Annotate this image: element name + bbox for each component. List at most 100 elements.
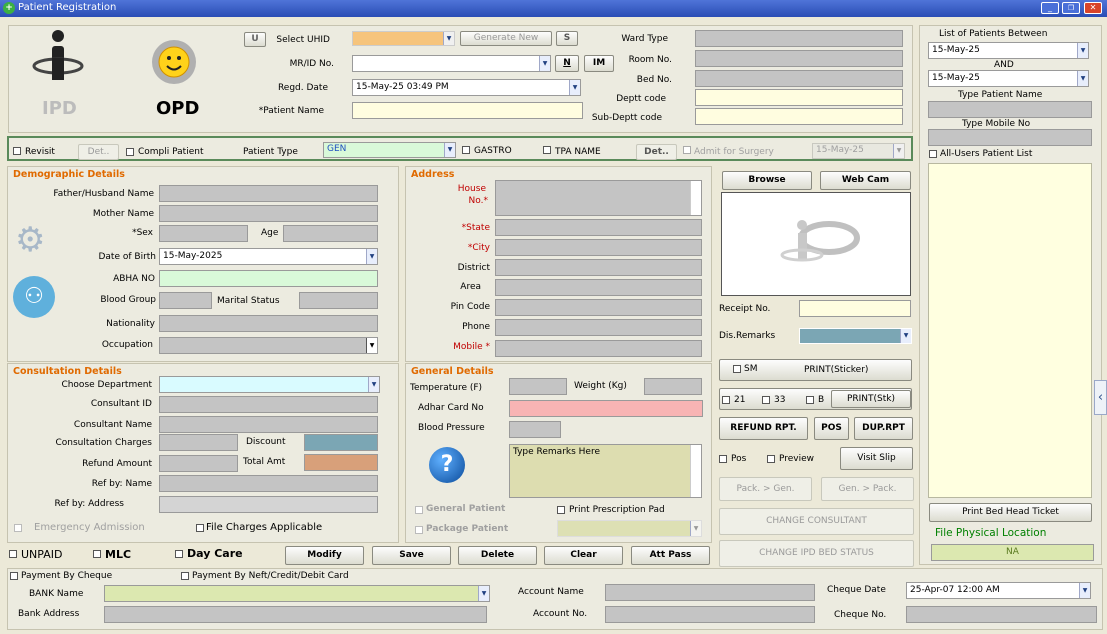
pack-gen-button[interactable]: Pack. > Gen. bbox=[719, 477, 812, 501]
u-button[interactable]: U bbox=[244, 32, 266, 47]
dis-remarks-select[interactable]: ▼ bbox=[799, 328, 912, 344]
tpa-det-button[interactable]: Det.. bbox=[636, 144, 677, 160]
marital-status-input[interactable] bbox=[299, 292, 378, 309]
blood-pressure-input[interactable] bbox=[509, 421, 561, 438]
discount-input[interactable] bbox=[304, 434, 378, 451]
sub-deptt-code-field[interactable] bbox=[695, 108, 903, 125]
c33-checkbox[interactable] bbox=[762, 396, 770, 404]
cheque-date-picker[interactable]: 25-Apr-07 12:00 AM ▼ bbox=[906, 582, 1091, 599]
patient-name-input[interactable] bbox=[352, 102, 583, 119]
list-date-from[interactable]: 15-May-25 ▼ bbox=[928, 42, 1089, 59]
refund-input[interactable] bbox=[159, 455, 238, 472]
all-users-checkbox[interactable] bbox=[929, 150, 937, 158]
blood-group-input[interactable] bbox=[159, 292, 212, 309]
account-no-input[interactable] bbox=[605, 606, 815, 623]
type-patient-name-input[interactable] bbox=[928, 101, 1092, 118]
collapse-chevron-icon[interactable]: ‹ bbox=[1094, 380, 1107, 415]
scrollbar[interactable] bbox=[690, 181, 701, 215]
change-ipd-bed-button[interactable]: CHANGE IPD BED STATUS bbox=[719, 540, 914, 567]
temperature-input[interactable] bbox=[509, 378, 567, 395]
print-bed-head-button[interactable]: Print Bed Head Ticket bbox=[929, 503, 1092, 522]
emergency-checkbox[interactable] bbox=[14, 524, 22, 532]
state-input[interactable] bbox=[495, 219, 702, 236]
bank-address-input[interactable] bbox=[104, 606, 487, 623]
dob-picker[interactable]: 15-May-2025 ▼ bbox=[159, 248, 378, 265]
s-button[interactable]: S bbox=[556, 31, 578, 46]
clear-button[interactable]: Clear bbox=[544, 546, 623, 565]
unpaid-checkbox[interactable] bbox=[9, 550, 17, 558]
revisit-checkbox[interactable] bbox=[13, 147, 21, 155]
nationality-input[interactable] bbox=[159, 315, 378, 332]
consultant-name-input[interactable] bbox=[159, 416, 378, 433]
regd-date-picker[interactable]: 15-May-25 03:49 PM ▼ bbox=[352, 79, 581, 96]
help-icon[interactable]: ? bbox=[429, 447, 465, 483]
print-presc-checkbox[interactable] bbox=[557, 506, 565, 514]
c21-checkbox[interactable] bbox=[722, 396, 730, 404]
ipd-logo-icon[interactable] bbox=[32, 28, 84, 86]
ward-type-field[interactable] bbox=[695, 30, 903, 47]
patient-photo[interactable] bbox=[721, 192, 911, 296]
change-consultant-button[interactable]: CHANGE CONSULTANT bbox=[719, 508, 914, 535]
mrid-input[interactable]: ▼ bbox=[352, 55, 551, 72]
general-patient-checkbox[interactable] bbox=[415, 506, 423, 514]
opd-logo-icon[interactable] bbox=[146, 30, 202, 88]
receipt-input[interactable] bbox=[799, 300, 911, 317]
pos-checkbox[interactable] bbox=[719, 455, 727, 463]
ref-name-input[interactable] bbox=[159, 475, 378, 492]
sm-checkbox[interactable] bbox=[733, 365, 741, 373]
room-no-field[interactable] bbox=[695, 50, 903, 67]
pos-button[interactable]: POS bbox=[814, 417, 849, 440]
charges-input[interactable] bbox=[159, 434, 238, 451]
n-button[interactable]: N bbox=[555, 55, 579, 72]
total-amt-input[interactable] bbox=[304, 454, 378, 471]
sex-input[interactable] bbox=[159, 225, 248, 242]
house-no-input[interactable] bbox=[495, 180, 702, 216]
age-input[interactable] bbox=[283, 225, 378, 242]
modify-button[interactable]: Modify bbox=[285, 546, 364, 565]
patient-type-select[interactable]: GEN ▼ bbox=[323, 142, 456, 158]
scrollbar[interactable] bbox=[690, 445, 701, 497]
pin-code-input[interactable] bbox=[495, 299, 702, 316]
remarks-textarea[interactable]: Type Remarks Here bbox=[509, 444, 702, 498]
gen-pack-button[interactable]: Gen. > Pack. bbox=[821, 477, 914, 501]
att-pass-button[interactable]: Att Pass bbox=[631, 546, 710, 565]
cheque-no-input[interactable] bbox=[906, 606, 1097, 623]
account-name-input[interactable] bbox=[605, 584, 815, 601]
dup-rpt-button[interactable]: DUP.RPT bbox=[854, 417, 913, 440]
restore-button[interactable]: ❐ bbox=[1062, 2, 1080, 14]
uhid-select[interactable]: ▼ bbox=[352, 31, 455, 46]
weight-input[interactable] bbox=[644, 378, 702, 395]
print-stk-button[interactable]: PRINT(Stk) bbox=[831, 390, 911, 408]
ref-address-input[interactable] bbox=[159, 496, 378, 513]
package-patient-checkbox[interactable] bbox=[415, 526, 423, 534]
browse-button[interactable]: Browse bbox=[722, 171, 812, 190]
generate-new-button[interactable]: Generate New bbox=[460, 31, 552, 46]
city-input[interactable] bbox=[495, 239, 702, 256]
patient-list[interactable] bbox=[928, 163, 1092, 498]
compli-checkbox[interactable] bbox=[126, 148, 134, 156]
minimize-button[interactable]: _ bbox=[1041, 2, 1059, 14]
tpa-checkbox[interactable] bbox=[543, 146, 551, 154]
area-input[interactable] bbox=[495, 279, 702, 296]
daycare-checkbox[interactable] bbox=[175, 550, 183, 558]
deptt-code-field[interactable] bbox=[695, 89, 903, 106]
department-select[interactable]: ▼ bbox=[159, 376, 380, 393]
district-input[interactable] bbox=[495, 259, 702, 276]
close-button[interactable]: ✕ bbox=[1084, 2, 1102, 14]
occupation-select[interactable]: ▼ bbox=[159, 337, 378, 354]
type-mobile-input[interactable] bbox=[928, 129, 1092, 146]
pay-neft-checkbox[interactable] bbox=[181, 572, 189, 580]
gastro-checkbox[interactable] bbox=[462, 146, 470, 154]
adhar-input[interactable] bbox=[509, 400, 703, 417]
package-select[interactable]: ▼ bbox=[557, 520, 702, 537]
pay-cheque-checkbox[interactable] bbox=[10, 572, 18, 580]
mlc-checkbox[interactable] bbox=[93, 550, 101, 558]
save-button[interactable]: Save bbox=[372, 546, 451, 565]
preview-checkbox[interactable] bbox=[767, 455, 775, 463]
det-button[interactable]: Det.. bbox=[78, 144, 119, 160]
admit-checkbox[interactable] bbox=[683, 146, 691, 154]
print-sticker-button[interactable]: PRINT(Sticker) bbox=[804, 365, 868, 375]
file-charges-checkbox[interactable] bbox=[196, 524, 204, 532]
visit-slip-button[interactable]: Visit Slip bbox=[840, 447, 913, 470]
bed-no-field[interactable] bbox=[695, 70, 903, 87]
